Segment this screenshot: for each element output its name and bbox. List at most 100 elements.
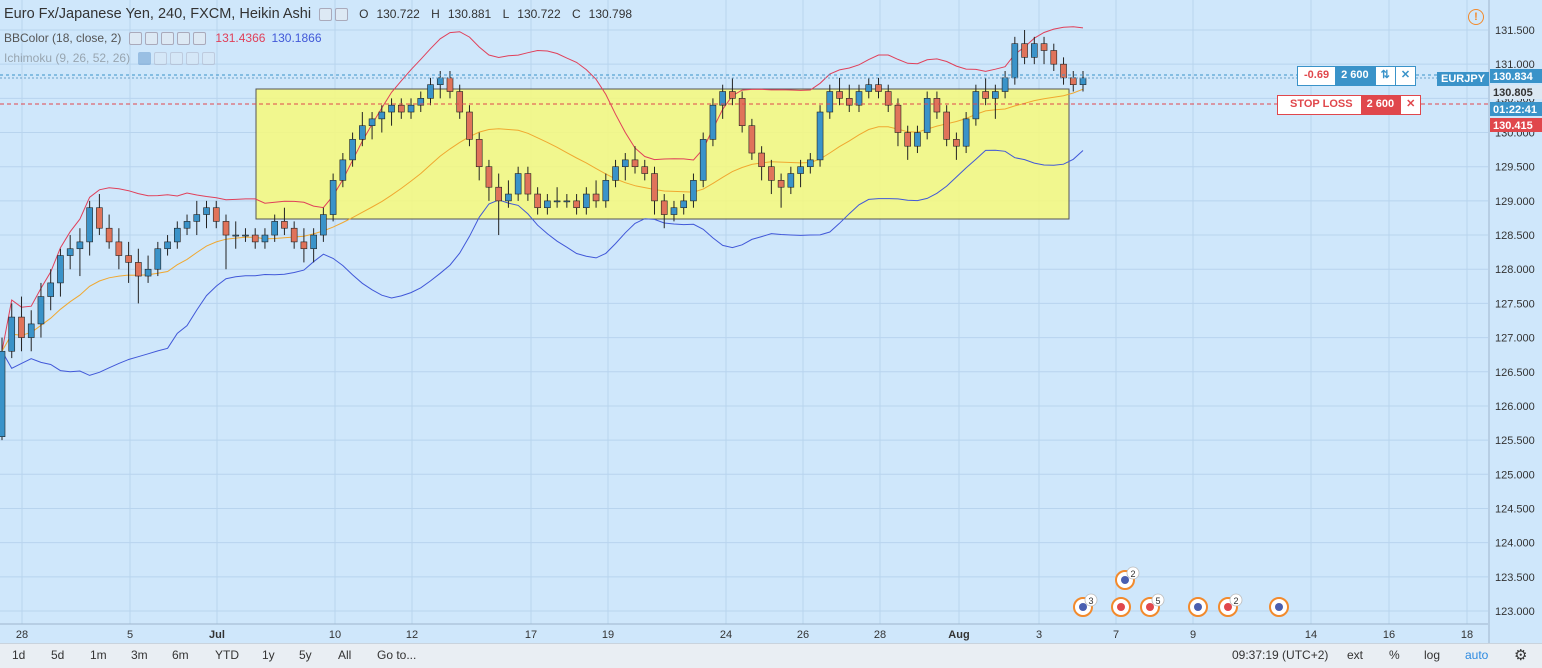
candle-body bbox=[446, 77, 454, 92]
candle-body bbox=[427, 84, 434, 99]
range-all[interactable]: All bbox=[338, 648, 351, 662]
range-6m[interactable]: 6m bbox=[172, 648, 189, 662]
price-tick-label: 123.000 bbox=[1495, 606, 1535, 618]
time-tick-label: 14 bbox=[1305, 629, 1317, 641]
candle-body bbox=[777, 180, 785, 188]
open-value: 130.722 bbox=[376, 7, 420, 21]
candle bbox=[57, 248, 64, 297]
indicator-ichimoku[interactable]: Ichimoku (9, 26, 52, 26) bbox=[4, 51, 218, 65]
bottom-toolbar: 1d 5d 1m 3m 6m YTD 1y 5y All Go to... 09… bbox=[0, 643, 1542, 668]
candle-body bbox=[466, 111, 473, 140]
eye-icon bbox=[319, 7, 333, 21]
time-tick-label: 5 bbox=[127, 629, 133, 641]
event-marker[interactable]: 2 bbox=[1115, 566, 1140, 590]
price-tick-label: 127.500 bbox=[1495, 298, 1535, 310]
indicator-bb-controls[interactable] bbox=[129, 31, 209, 45]
candle-body bbox=[729, 91, 736, 99]
stop-loss-label[interactable]: STOP LOSS 2 600 ✕ bbox=[1277, 95, 1422, 115]
bb-upper-value: 131.4366 bbox=[215, 31, 266, 45]
event-marker[interactable] bbox=[1188, 597, 1208, 617]
series-controls[interactable] bbox=[319, 7, 351, 21]
range-1m[interactable]: 1m bbox=[90, 648, 107, 662]
range-ytd[interactable]: YTD bbox=[215, 648, 239, 662]
close-position-icon[interactable]: ✕ bbox=[1394, 67, 1415, 85]
candle bbox=[1050, 43, 1058, 72]
event-dot bbox=[1117, 603, 1125, 611]
candle-body bbox=[495, 186, 502, 202]
candle-body bbox=[680, 200, 688, 209]
time-tick-label: 17 bbox=[525, 629, 537, 641]
indicator-bb[interactable]: BBColor (18, close, 2) 131.4366 130.1866 bbox=[4, 31, 322, 45]
position-label[interactable]: -0.69 2 600 ⇅ ✕ bbox=[1297, 66, 1417, 86]
candle bbox=[251, 228, 259, 249]
symbol-title[interactable]: Euro Fx/Japanese Yen, 240, FXCM, Heikin … bbox=[4, 6, 311, 22]
gear-icon[interactable]: ⚙ bbox=[1514, 646, 1527, 664]
candle-body bbox=[524, 173, 532, 195]
percent-toggle[interactable]: % bbox=[1389, 648, 1400, 662]
candle bbox=[115, 228, 123, 270]
candle-body bbox=[923, 98, 931, 133]
candle bbox=[1021, 30, 1028, 65]
candle-body bbox=[144, 268, 152, 277]
range-5y[interactable]: 5y bbox=[299, 648, 312, 662]
candle-body bbox=[894, 104, 902, 133]
candle-body bbox=[651, 173, 658, 202]
bb-lower-value: 130.1866 bbox=[271, 31, 322, 45]
close-icon bbox=[193, 31, 207, 45]
event-marker[interactable] bbox=[1269, 597, 1289, 617]
ext-toggle[interactable]: ext bbox=[1347, 648, 1363, 662]
candle-body bbox=[66, 248, 74, 256]
log-toggle[interactable]: log bbox=[1424, 648, 1440, 662]
entry-price-tag: 130.805 bbox=[1493, 87, 1533, 99]
candle-body bbox=[407, 104, 415, 113]
goto-button[interactable]: Go to... bbox=[377, 648, 416, 662]
alert-icon[interactable]: ! bbox=[1468, 9, 1484, 25]
candle-body bbox=[339, 159, 347, 181]
position-qty: 2 600 bbox=[1335, 67, 1375, 85]
candle bbox=[0, 337, 6, 441]
candle-body bbox=[807, 159, 814, 168]
event-count: 2 bbox=[1233, 596, 1238, 606]
range-5d[interactable]: 5d bbox=[51, 648, 64, 662]
candle-body bbox=[47, 282, 54, 297]
economic-events: 3 2 5 2 bbox=[1073, 566, 1289, 617]
candle-body bbox=[962, 118, 970, 147]
event-marker[interactable]: 2 bbox=[1218, 593, 1243, 617]
candle bbox=[261, 228, 269, 249]
candle-body bbox=[1031, 43, 1038, 58]
price-tick-label: 129.000 bbox=[1495, 196, 1535, 208]
event-marker[interactable]: 5 bbox=[1140, 593, 1165, 617]
range-1y[interactable]: 1y bbox=[262, 648, 275, 662]
candle-body bbox=[222, 221, 230, 236]
candle-body bbox=[485, 166, 493, 188]
candle bbox=[1040, 36, 1048, 65]
eye-icon bbox=[129, 31, 143, 45]
candle-body bbox=[329, 180, 337, 215]
clock-readout[interactable]: 09:37:19 (UTC+2) bbox=[1232, 648, 1328, 662]
price-tick-label: 128.500 bbox=[1495, 230, 1535, 242]
reverse-position-icon[interactable]: ⇅ bbox=[1374, 67, 1395, 85]
candle bbox=[816, 105, 824, 167]
auto-toggle[interactable]: auto bbox=[1465, 648, 1488, 662]
close-stop-icon[interactable]: ✕ bbox=[1400, 96, 1420, 114]
time-tick-label: 28 bbox=[874, 629, 886, 641]
event-dot bbox=[1121, 576, 1129, 584]
indicator-ichimoku-controls[interactable] bbox=[138, 51, 218, 65]
candle-body bbox=[768, 166, 775, 181]
range-3m[interactable]: 3m bbox=[131, 648, 148, 662]
candle bbox=[193, 200, 201, 236]
open-label: O bbox=[359, 7, 369, 21]
event-marker[interactable] bbox=[1111, 597, 1131, 617]
add-icon bbox=[177, 31, 191, 45]
candle-body bbox=[641, 166, 649, 174]
candle-body bbox=[378, 111, 386, 120]
range-1d[interactable]: 1d bbox=[12, 648, 25, 662]
candle-body bbox=[836, 91, 843, 99]
candle bbox=[144, 255, 152, 283]
candle-body bbox=[816, 111, 824, 161]
event-marker[interactable]: 3 bbox=[1073, 593, 1098, 617]
price-tick-label: 123.500 bbox=[1495, 572, 1535, 584]
price-tick-label: 127.000 bbox=[1495, 333, 1535, 345]
time-tick-label: 3 bbox=[1036, 629, 1042, 641]
close-label: C bbox=[572, 7, 581, 21]
